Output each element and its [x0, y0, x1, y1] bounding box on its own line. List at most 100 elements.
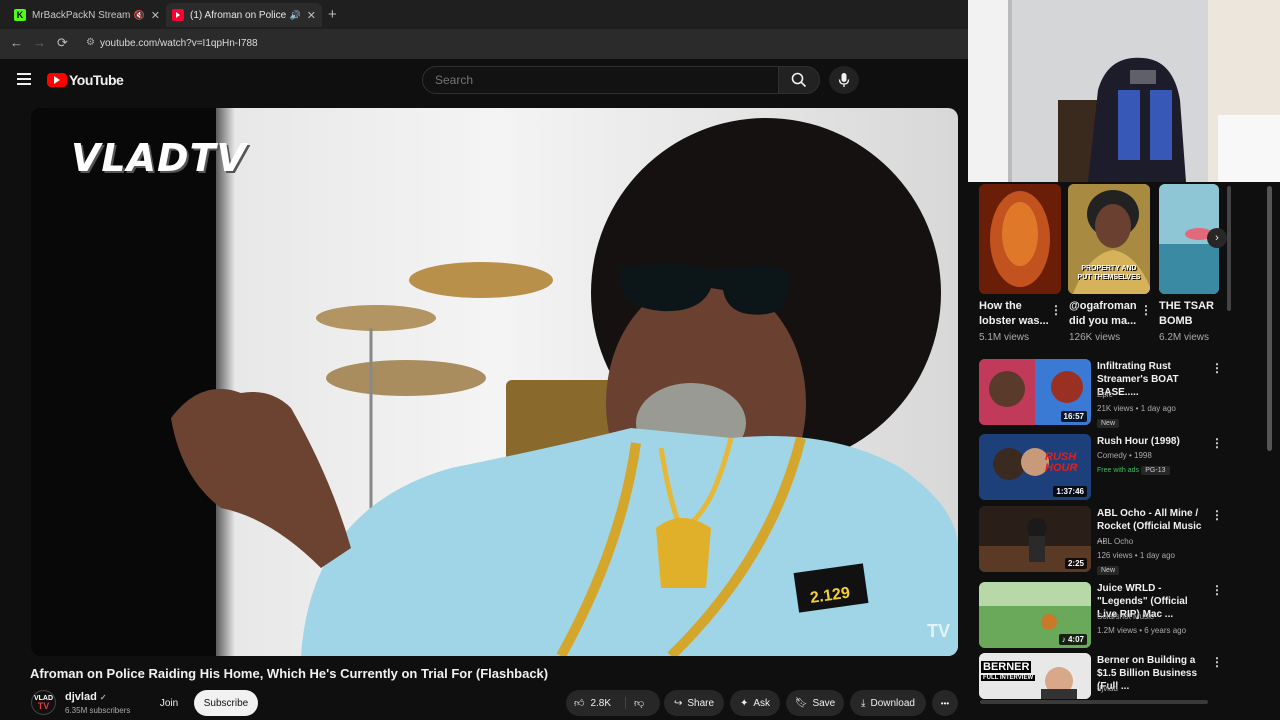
more-options-icon[interactable]: ⋮: [1211, 436, 1223, 450]
join-button[interactable]: Join: [150, 690, 188, 716]
channel-name-text: djvlad: [65, 691, 97, 703]
verified-icon: ✓: [99, 693, 107, 702]
video-frame: 2.129: [31, 108, 958, 656]
page-scrollbar[interactable]: [1267, 186, 1272, 451]
close-tab-icon[interactable]: ✕: [307, 9, 316, 22]
channel-name[interactable]: ABL Ocho: [1097, 537, 1133, 546]
download-label: Download: [870, 697, 915, 709]
download-icon: ⤓: [861, 697, 866, 709]
free-with-ads-badge: Free with ads: [1097, 467, 1140, 474]
tab-youtube[interactable]: (1) Afroman on Police Raid 🔊 ✕: [166, 3, 322, 27]
video-meta: 1.2M views • 6 years ago: [1097, 626, 1187, 635]
forward-button[interactable]: →: [33, 35, 46, 50]
search-input[interactable]: [422, 66, 779, 94]
video-thumbnail[interactable]: RUSH HOUR 1:37:46: [979, 434, 1091, 500]
short-title[interactable]: THE TSAR BOMB: [1159, 299, 1219, 329]
channel-name[interactable]: Comedy • 1998: [1097, 451, 1152, 460]
dislike-icon[interactable]: 👎︎: [625, 697, 644, 709]
subscribe-button[interactable]: Subscribe: [194, 690, 258, 716]
tab-stream[interactable]: K MrBackPackN Stream - Wa 🔇 ✕: [8, 3, 166, 27]
short-views: 6.2M views: [1159, 332, 1210, 343]
speaker-icon[interactable]: 🔊: [290, 10, 301, 21]
ask-label: Ask: [753, 697, 771, 709]
more-options-icon[interactable]: ⋮: [1140, 303, 1152, 317]
download-button[interactable]: ⤓ Download: [850, 690, 926, 716]
video-thumbnail[interactable]: 16:57: [979, 359, 1091, 425]
short-thumbnail-image: [979, 184, 1061, 294]
subscriber-count: 6.35M subscribers: [65, 706, 131, 715]
channel-avatar[interactable]: VLAD TV: [31, 690, 56, 715]
video-duration: 1:37:46: [1053, 486, 1087, 497]
short-thumbnail[interactable]: PROPERTY AND PUT THEMSELVES: [1068, 184, 1150, 294]
menu-icon[interactable]: [17, 73, 31, 85]
video-meta: 126 views • 1 day ago: [1097, 551, 1175, 560]
voice-search-button[interactable]: [829, 66, 859, 94]
more-options-icon[interactable]: ⋮: [1211, 361, 1223, 375]
bookmark-icon: 🔖︎: [794, 697, 808, 709]
thumbnail-text: RUSH HOUR: [1045, 451, 1078, 474]
reload-button[interactable]: ⟳: [57, 35, 68, 51]
kick-favicon-icon: K: [14, 9, 26, 21]
close-tab-icon[interactable]: ✕: [151, 9, 160, 22]
video-title: Afroman on Police Raiding His Home, Whic…: [30, 666, 549, 681]
search-button[interactable]: [778, 66, 820, 94]
short-views: 126K views: [1069, 332, 1121, 343]
tab-title: MrBackPackN Stream - Wa: [32, 9, 130, 21]
video-meta: 21K views • 1 day ago: [1097, 404, 1176, 413]
video-thumbnail[interactable]: ♪ 4:07: [979, 582, 1091, 648]
short-thumbnail[interactable]: [979, 184, 1061, 294]
video-badges: New: [1097, 418, 1120, 428]
new-badge: New: [1097, 419, 1120, 428]
video-badges: Free with ads PG-13: [1097, 465, 1170, 475]
channel-name[interactable]: djvlad ✓: [65, 691, 107, 703]
new-tab-button[interactable]: +: [328, 6, 337, 23]
youtube-wordmark: YouTube: [69, 72, 124, 88]
more-options-icon[interactable]: ⋮: [1211, 655, 1223, 669]
youtube-logo[interactable]: YouTube: [47, 72, 124, 88]
search-icon: [791, 72, 807, 88]
short-title[interactable]: How the lobster was...: [979, 299, 1059, 329]
url-field[interactable]: youtube.com/watch?v=I1qpHn-I788: [100, 38, 258, 49]
video-duration: ♪ 4:07: [1058, 634, 1087, 645]
vladtv-watermark: VLADTV: [71, 136, 247, 180]
more-actions-button[interactable]: •••: [932, 690, 958, 716]
short-views: 5.1M views: [979, 332, 1030, 343]
channel-name[interactable]: djvlad: [1097, 684, 1118, 693]
channel-name[interactable]: Solarshot Music: [1097, 612, 1154, 621]
microphone-icon: [838, 73, 850, 87]
horizontal-scrollbar[interactable]: [980, 700, 1208, 704]
site-info-icon[interactable]: ⚙: [86, 37, 95, 48]
sparkle-icon: ✦: [739, 697, 749, 709]
avatar-text: TV: [37, 700, 50, 711]
video-badges: New: [1097, 565, 1120, 575]
share-button[interactable]: ↪ Share: [664, 690, 724, 716]
video-title[interactable]: Rush Hour (1998): [1097, 435, 1205, 448]
like-dislike-group: 👍︎ 2.8K 👎︎: [566, 690, 660, 716]
video-player[interactable]: 2.129 VLADTV TV: [31, 108, 958, 656]
more-options-icon[interactable]: ⋮: [1211, 508, 1223, 522]
shorts-scrollbar[interactable]: [1227, 186, 1231, 311]
like-icon[interactable]: 👍︎: [574, 697, 584, 709]
chevron-right-icon: ›: [1215, 232, 1219, 244]
webcam-feed: [968, 0, 1280, 182]
corner-watermark: TV: [926, 621, 950, 641]
save-label: Save: [812, 697, 836, 709]
channel-name[interactable]: Epic: [1097, 390, 1113, 399]
video-thumbnail[interactable]: 2:25: [979, 506, 1091, 572]
webcam-overlay: [968, 0, 1280, 182]
more-options-icon[interactable]: ⋮: [1050, 303, 1062, 317]
video-duration: 16:57: [1060, 411, 1087, 422]
video-thumbnail[interactable]: BERNER FULL INTERVIEW: [979, 653, 1091, 699]
speaker-muted-icon[interactable]: 🔇: [134, 10, 145, 21]
more-options-icon[interactable]: ⋮: [1211, 583, 1223, 597]
youtube-play-icon: [47, 73, 67, 87]
save-button[interactable]: 🔖︎ Save: [786, 690, 844, 716]
video-title[interactable]: Infiltrating Rust Streamer's BOAT BASE..…: [1097, 360, 1205, 399]
ask-button[interactable]: ✦ Ask: [730, 690, 780, 716]
video-duration: 2:25: [1064, 558, 1087, 569]
back-button[interactable]: ←: [10, 35, 23, 50]
short-title[interactable]: @ogafroman did you ma...: [1069, 299, 1149, 329]
share-icon: ↪: [673, 697, 683, 709]
like-count[interactable]: 2.8K: [590, 698, 611, 709]
shorts-next-button[interactable]: ›: [1207, 228, 1227, 248]
